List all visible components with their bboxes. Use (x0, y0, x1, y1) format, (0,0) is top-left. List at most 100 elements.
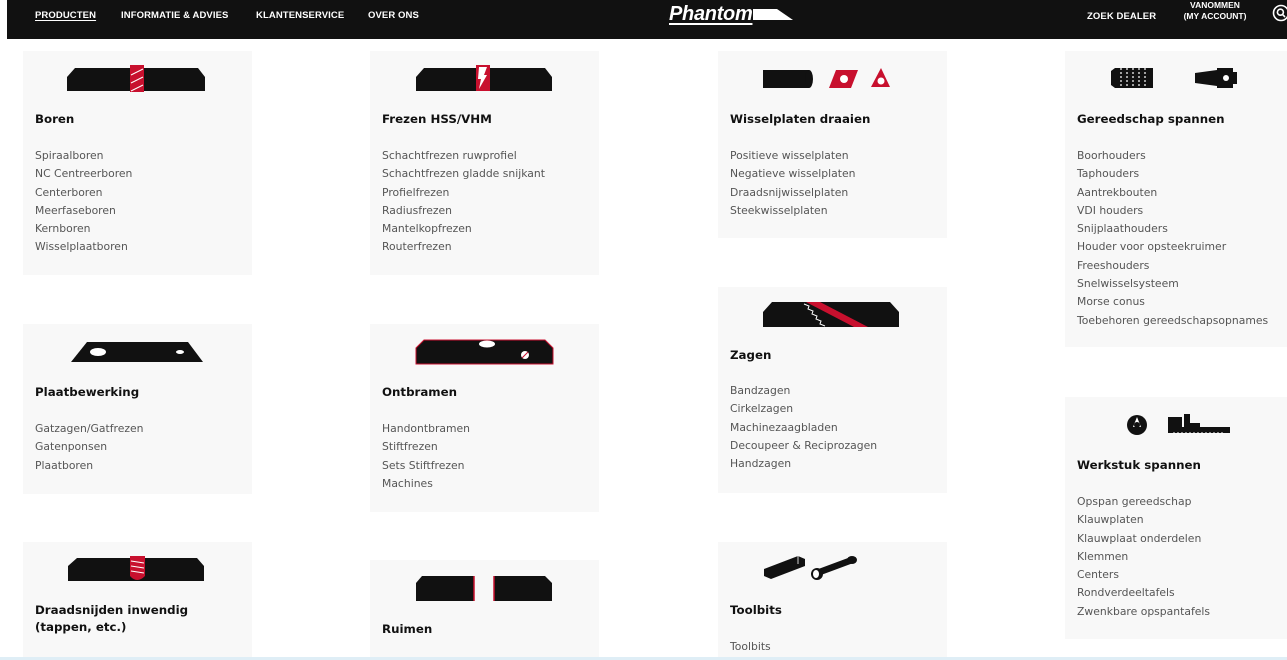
category-item[interactable]: Rondverdeeltafels (1077, 584, 1210, 602)
category-item[interactable]: Schachtfrezen gladde snijkant (382, 165, 545, 183)
category-image-toolbits (718, 542, 947, 604)
category-item[interactable]: Houder voor opsteekruimer (1077, 238, 1268, 256)
category-image-wisselplaten (718, 51, 947, 113)
category-item[interactable]: Spiraalboren (35, 147, 132, 165)
category-title-zagen[interactable]: Zagen (730, 347, 771, 364)
category-item[interactable]: Meerfaseboren (35, 202, 132, 220)
deburring-icon (415, 339, 554, 365)
category-item[interactable]: VDI houders (1077, 202, 1268, 220)
tool-holder-icon (1111, 68, 1237, 88)
category-item[interactable]: Machines (382, 475, 470, 493)
category-item[interactable]: Klemmen (1077, 548, 1210, 566)
nav-link-informatie-advies[interactable]: INFORMATIE & ADVIES (121, 10, 228, 21)
category-item[interactable]: Klauwplaat onderdelen (1077, 530, 1210, 548)
category-title-plaatbewerking[interactable]: Plaatbewerking (35, 384, 139, 401)
milling-cutter-icon (416, 65, 552, 91)
category-item[interactable]: Handontbramen (382, 420, 470, 438)
category-item[interactable]: Sets Stiftfrezen (382, 457, 470, 475)
category-list-toolbits: Toolbits (730, 638, 771, 656)
category-list-gereedschap-spannen: Boorhouders Taphouders Aantrekbouten VDI… (1077, 147, 1268, 330)
category-item[interactable]: Radiusfrezen (382, 202, 545, 220)
category-item[interactable]: Snelwisselsysteem (1077, 275, 1268, 293)
category-item[interactable]: Cirkelzagen (730, 400, 877, 418)
logo-arrow-icon (753, 9, 794, 20)
category-item[interactable]: Plaatboren (35, 457, 144, 475)
category-item[interactable]: Steekwisselplaten (730, 202, 855, 220)
category-card-gereedschap-spannen: Gereedschap spannen Boorhouders Taphoude… (1065, 51, 1287, 347)
category-item[interactable]: Snijplaathouders (1077, 220, 1268, 238)
nav-link-over-ons[interactable]: OVER ONS (368, 10, 419, 21)
category-list-wisselplaten: Positieve wisselplaten Negatieve wisselp… (730, 147, 855, 220)
category-list-frezen: Schachtfrezen ruwprofiel Schachtfrezen g… (382, 147, 545, 257)
category-item[interactable]: Gatzagen/Gatfrezen (35, 420, 144, 438)
reamer-icon (416, 576, 552, 601)
category-card-ontbramen: Ontbramen Handontbramen Stiftfrezen Sets… (370, 324, 599, 512)
category-item[interactable]: Centers (1077, 566, 1210, 584)
magnifier-icon[interactable] (1272, 4, 1287, 22)
category-title-ontbramen[interactable]: Ontbramen (382, 384, 457, 401)
category-image-gereedschap-spannen (1065, 51, 1287, 113)
category-image-ontbramen (370, 324, 599, 386)
category-card-boren: Boren Spiraalboren NC Centreerboren Cent… (23, 51, 252, 275)
turning-insert-icon (763, 68, 890, 88)
category-image-zagen (718, 287, 947, 349)
category-item[interactable]: Negatieve wisselplaten (730, 165, 855, 183)
category-title-boren[interactable]: Boren (35, 111, 74, 128)
category-title-toolbits[interactable]: Toolbits (730, 602, 782, 619)
nav-link-producten[interactable]: PRODUCTEN (35, 10, 96, 21)
category-title-draadsnijden[interactable]: Draadsnijden inwendig (tappen, etc.) (35, 602, 235, 636)
category-title-gereedschap-spannen[interactable]: Gereedschap spannen (1077, 111, 1225, 128)
category-item[interactable]: Opspan gereedschap (1077, 493, 1210, 511)
category-item[interactable]: Kernboren (35, 220, 132, 238)
category-item[interactable]: Gatenponsen (35, 438, 144, 456)
category-list-plaatbewerking: Gatzagen/Gatfrezen Gatenponsen Plaatbore… (35, 420, 144, 475)
category-item[interactable]: Toebehoren gereedschapsopnames (1077, 312, 1268, 330)
category-title-werkstuk-spannen[interactable]: Werkstuk spannen (1077, 457, 1201, 474)
category-list-ontbramen: Handontbramen Stiftfrezen Sets Stiftfrez… (382, 420, 470, 493)
category-item[interactable]: Wisselplaatboren (35, 238, 132, 256)
category-item[interactable]: Aantrekbouten (1077, 184, 1268, 202)
category-image-ruimen (370, 560, 599, 622)
phantom-logo[interactable]: Phantom (669, 1, 794, 27)
category-item[interactable]: Taphouders (1077, 165, 1268, 183)
category-item[interactable]: Profielfrezen (382, 184, 545, 202)
category-item[interactable]: Decoupeer & Reciprozagen (730, 437, 877, 455)
category-image-frezen (370, 51, 599, 113)
sheet-metal-icon (71, 342, 203, 362)
category-card-ruimen: Ruimen (370, 560, 599, 660)
category-item[interactable]: Freeshouders (1077, 257, 1268, 275)
category-card-werkstuk-spannen: Werkstuk spannen Opspan gereedschap Klau… (1065, 397, 1287, 639)
category-item[interactable]: Boorhouders (1077, 147, 1268, 165)
category-card-plaatbewerking: Plaatbewerking Gatzagen/Gatfrezen Gatenp… (23, 324, 252, 494)
my-account-link[interactable]: VANOMMEN (MY ACCOUNT) (1180, 0, 1250, 22)
category-item[interactable]: Toolbits (730, 638, 771, 656)
category-item[interactable]: Bandzagen (730, 382, 877, 400)
category-item[interactable]: Positieve wisselplaten (730, 147, 855, 165)
account-label: (MY ACCOUNT) (1183, 11, 1247, 21)
nav-link-klantenservice[interactable]: KLANTENSERVICE (256, 10, 344, 21)
category-card-zagen: Zagen Bandzagen Cirkelzagen Machinezaagb… (718, 287, 947, 493)
saw-blade-icon (763, 302, 899, 327)
find-dealer-link[interactable]: ZOEK DEALER (1087, 11, 1156, 22)
category-item[interactable]: Mantelkopfrezen (382, 220, 545, 238)
category-item[interactable]: Klauwplaten (1077, 511, 1210, 529)
category-title-frezen[interactable]: Frezen HSS/VHM (382, 111, 492, 128)
tap-icon (68, 556, 204, 581)
category-item[interactable]: Routerfrezen (382, 238, 545, 256)
category-item[interactable]: Stiftfrezen (382, 438, 470, 456)
category-item[interactable]: Centerboren (35, 184, 132, 202)
category-item[interactable]: NC Centreerboren (35, 165, 132, 183)
category-card-draadsnijden: Draadsnijden inwendig (tappen, etc.) (23, 542, 252, 660)
category-item[interactable]: Draadsnijwisselplaten (730, 184, 855, 202)
category-item[interactable]: Schachtfrezen ruwprofiel (382, 147, 545, 165)
category-item[interactable]: Zwenkbare opspantafels (1077, 603, 1210, 621)
category-item[interactable]: Handzagen (730, 455, 877, 473)
category-list-zagen: Bandzagen Cirkelzagen Machinezaagbladen … (730, 382, 877, 473)
toolbit-icon (764, 556, 857, 580)
category-title-ruimen[interactable]: Ruimen (382, 621, 432, 638)
category-title-wisselplaten[interactable]: Wisselplaten draaien (730, 111, 870, 128)
category-image-draadsnijden (23, 542, 252, 604)
category-item[interactable]: Machinezaagbladen (730, 419, 877, 437)
category-list-boren: Spiraalboren NC Centreerboren Centerbore… (35, 147, 132, 257)
category-item[interactable]: Morse conus (1077, 293, 1268, 311)
